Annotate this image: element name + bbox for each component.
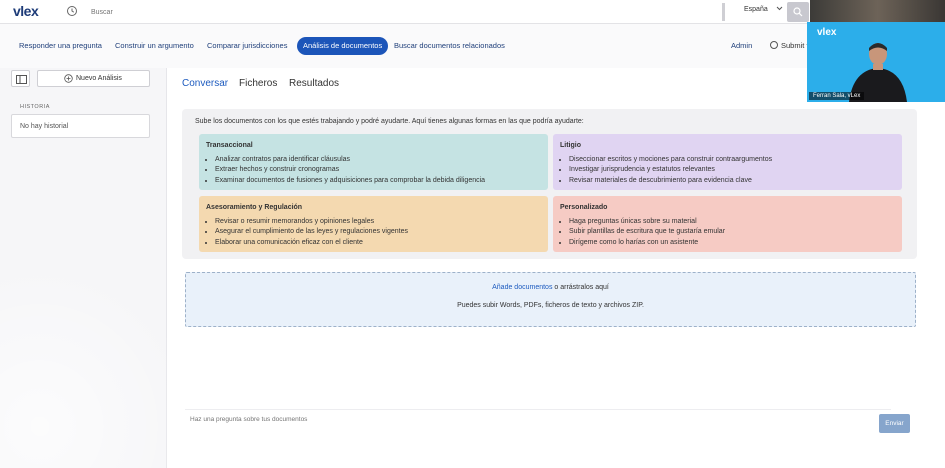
video-caption: Ferran Sala, vLex	[809, 92, 865, 100]
circle-icon	[770, 41, 778, 49]
card-title: Transaccional	[206, 142, 253, 149]
country-label: España	[744, 6, 768, 13]
vlex-logo[interactable]: vlex	[13, 3, 39, 19]
card-transaccional[interactable]: Transaccional Analizar contratos para id…	[199, 134, 548, 190]
admin-link[interactable]: Admin	[731, 41, 752, 50]
card-item: Examinar documentos de fusiones y adquis…	[215, 176, 485, 186]
nav-tab-compare-jurisdictions[interactable]: Comparar jurisdicciones	[207, 37, 287, 55]
history-heading: HISTORIA	[20, 104, 50, 110]
card-asesoramiento-regulacion[interactable]: Asesoramiento y Regulación Revisar o res…	[199, 196, 548, 252]
card-item: Revisar materiales de descubrimiento par…	[569, 176, 772, 186]
card-item: Revisar o resumir memorandos y opiniones…	[215, 217, 408, 227]
card-item: Extraer hechos y construir cronogramas	[215, 165, 485, 175]
upload-drag-text: o arrástralos aquí	[552, 284, 609, 291]
card-item: Haga preguntas únicas sobre su material	[569, 217, 725, 227]
submit-feedback-button[interactable]: Submit f	[770, 41, 809, 50]
card-litigio[interactable]: Litigio Diseccionar escritos y mociones …	[553, 134, 902, 190]
card-title: Personalizado	[560, 204, 608, 211]
nav-tab-document-analysis[interactable]: Análisis de documentos	[297, 37, 389, 55]
suggestion-panel: Sube los documentos con los que estés tr…	[182, 109, 917, 259]
card-item: Diseccionar escritos y mociones para con…	[569, 155, 772, 165]
question-input[interactable]	[185, 409, 891, 465]
upload-hint: Puedes subir Words, PDFs, ficheros de te…	[457, 302, 644, 309]
send-button[interactable]: Enviar	[879, 414, 910, 433]
video-overlay: vlex Ferran Sala, vLex	[807, 22, 945, 102]
upload-prompt: Añade documentos o arrástralos aquí	[186, 284, 915, 291]
card-item: Analizar contratos para identificar cláu…	[215, 155, 485, 165]
card-title: Litigio	[560, 142, 581, 149]
card-item: Asegurar el cumplimiento de las leyes y …	[215, 227, 408, 237]
search-button[interactable]	[787, 2, 809, 22]
history-icon[interactable]	[66, 5, 78, 17]
tab-ficheros[interactable]: Ficheros	[239, 78, 277, 89]
chevron-down-icon	[776, 6, 783, 11]
tab-resultados[interactable]: Resultados	[289, 78, 339, 89]
video-logo: vlex	[817, 27, 837, 38]
card-list: Analizar contratos para identificar cláu…	[215, 155, 485, 186]
card-item: Subir plantillas de escritura que te gus…	[569, 227, 725, 237]
submit-feedback-label: Submit f	[781, 41, 809, 50]
search-input[interactable]	[86, 4, 721, 20]
card-list: Haga preguntas únicas sobre su material …	[569, 217, 725, 248]
card-list: Revisar o resumir memorandos y opiniones…	[215, 217, 408, 248]
country-select[interactable]: España	[744, 6, 783, 13]
card-list: Diseccionar escritos y mociones para con…	[569, 155, 772, 186]
history-list: No hay historial	[11, 114, 150, 138]
card-item: Investigar jurisprudencia y estatutos re…	[569, 165, 772, 175]
card-personalizado[interactable]: Personalizado Haga preguntas únicas sobr…	[553, 196, 902, 252]
webcam-strip	[810, 0, 945, 22]
main-content: Conversar Ficheros Resultados Sube los d…	[166, 68, 945, 468]
nav-tab-answer-question[interactable]: Responder una pregunta	[19, 37, 102, 55]
card-title: Asesoramiento y Regulación	[206, 204, 303, 211]
nav-tab-build-argument[interactable]: Construir un argumento	[115, 37, 194, 55]
sidebar-panel-icon	[16, 75, 27, 84]
card-item: Dirígeme como lo harías con un asistente	[569, 238, 725, 248]
intro-text: Sube los documentos con los que estés tr…	[195, 118, 584, 125]
history-empty-text: No hay historial	[20, 123, 69, 130]
upload-dropzone[interactable]: Añade documentos o arrástralos aquí Pued…	[185, 272, 916, 327]
panel-toggle-button[interactable]	[11, 70, 30, 87]
add-documents-link[interactable]: Añade documentos	[492, 284, 552, 291]
feature-nav: Responder una pregunta Construir un argu…	[0, 24, 945, 68]
nav-tab-find-related-documents[interactable]: Buscar documentos relacionados	[394, 37, 505, 55]
new-analysis-button[interactable]: Nuevo Análisis	[37, 70, 150, 87]
plus-circle-icon	[64, 74, 73, 83]
new-analysis-label: Nuevo Análisis	[76, 75, 122, 82]
sidebar: Nuevo Análisis HISTORIA No hay historial	[0, 68, 166, 468]
search-divider	[722, 3, 725, 21]
tab-conversar[interactable]: Conversar	[182, 78, 228, 89]
card-item: Elaborar una comunicación eficaz con el …	[215, 238, 408, 248]
search-icon	[793, 7, 803, 17]
top-bar: vlex España	[0, 0, 945, 24]
